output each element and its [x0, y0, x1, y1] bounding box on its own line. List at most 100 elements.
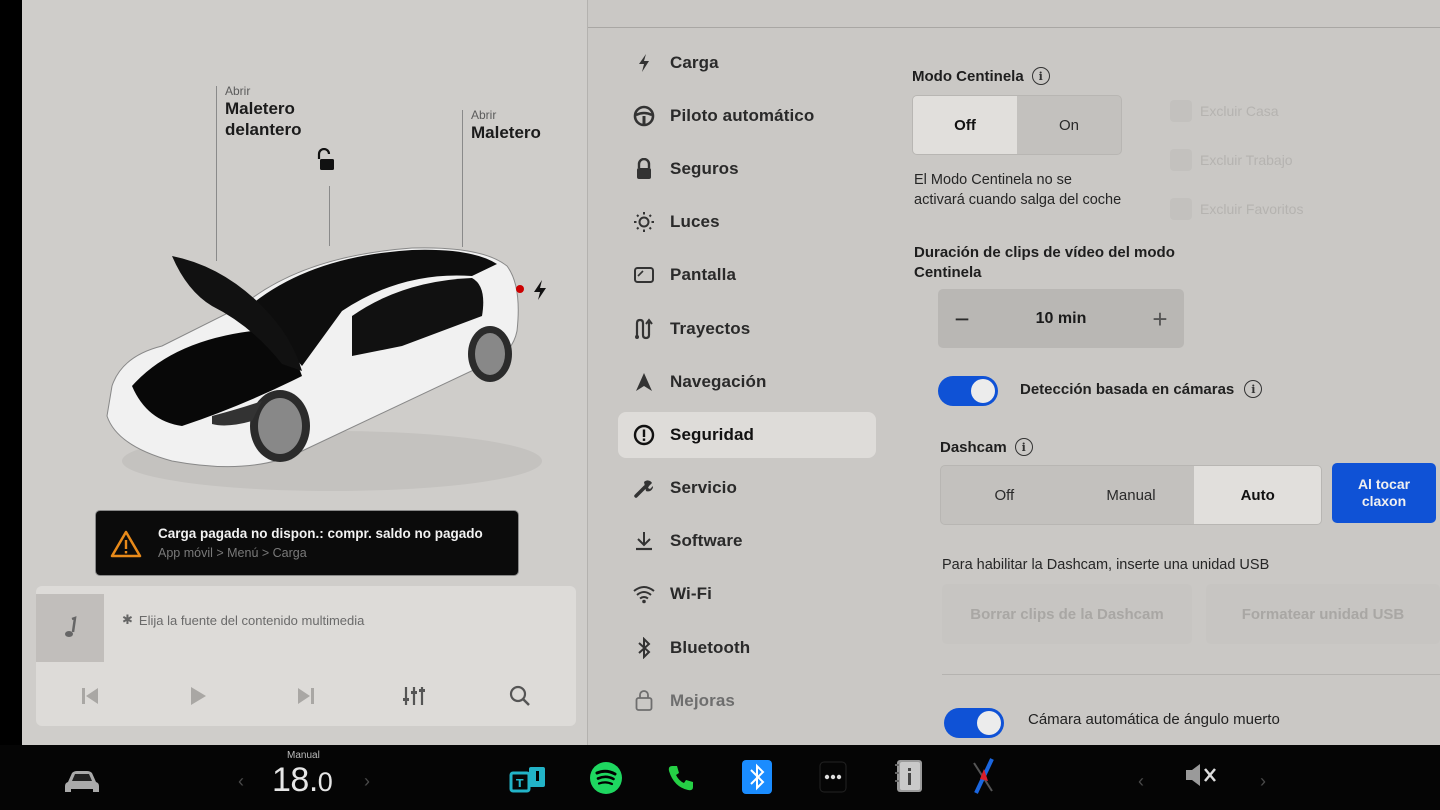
info-icon[interactable]: i — [1244, 380, 1263, 398]
equalizer-icon — [403, 687, 425, 705]
dashcam-option-auto[interactable]: Auto — [1194, 466, 1321, 524]
dashcam-heading: Dashcam i — [940, 438, 1033, 456]
exclude-favorites-label: Excluir Favoritos — [1200, 201, 1304, 217]
clip-duration-value: 10 min — [1035, 309, 1087, 327]
trunk-label: Maletero — [471, 123, 541, 142]
toggle-knob — [971, 379, 995, 403]
blind-spot-camera-toggle[interactable] — [944, 708, 1004, 738]
trunk-callout-line — [462, 110, 463, 247]
bluetooth-icon — [632, 636, 656, 660]
nav-item-trayectos[interactable]: Trayectos — [618, 302, 876, 355]
nav-item-bluetooth[interactable]: Bluetooth — [618, 621, 876, 674]
more-icon — [819, 761, 847, 793]
nav-item-label: Navegación — [670, 371, 767, 391]
camera-detection-label: Detección basada en cámaras i — [1020, 380, 1263, 398]
bluetooth-icon: ✱ — [122, 612, 133, 627]
car-panel: Abrir Maletero delantero Abrir Maletero — [22, 0, 587, 745]
open-frunk-button[interactable]: Abrir Maletero delantero — [225, 84, 302, 140]
clip-duration-heading: Duración de clips de vídeo del modo Cent… — [914, 244, 1175, 281]
exclude-home-checkbox[interactable]: Excluir Casa — [1170, 100, 1279, 122]
media-controls — [36, 676, 576, 716]
nav-item-seguridad[interactable]: Seguridad — [618, 411, 876, 458]
spotify-button[interactable] — [588, 761, 624, 795]
owners-manual-button[interactable] — [893, 757, 925, 795]
save-on-honk-button[interactable]: Al tocar claxon — [1332, 463, 1436, 523]
nav-item-wi-fi[interactable]: Wi-Fi — [618, 568, 876, 621]
nav-item-seguros[interactable]: Seguros — [618, 142, 876, 195]
camera-detection-toggle[interactable] — [938, 376, 998, 406]
car-icon — [65, 771, 99, 792]
nav-item-carga[interactable]: Carga — [618, 36, 876, 89]
nav-item-label: Carga — [670, 52, 719, 72]
checkbox — [1170, 198, 1192, 220]
nav-item-servicio[interactable]: Servicio — [618, 462, 876, 515]
toggle-knob — [977, 711, 1001, 735]
temp-decrease-chevron[interactable]: ‹ — [238, 771, 244, 792]
exclude-work-checkbox[interactable]: Excluir Trabajo — [1170, 149, 1293, 171]
open-trunk-button[interactable]: Abrir Maletero — [471, 108, 541, 143]
nav-item-label: Piloto automático — [670, 105, 815, 125]
equalizer-button[interactable] — [394, 676, 434, 716]
climate-mode: Manual — [287, 750, 320, 761]
delete-dashcam-clips-button[interactable]: Borrar clips de la Dashcam — [942, 584, 1192, 644]
next-button[interactable] — [286, 676, 326, 716]
exclude-favorites-checkbox[interactable]: Excluir Favoritos — [1170, 198, 1303, 220]
car-button[interactable] — [60, 767, 104, 797]
warning-icon — [110, 530, 142, 558]
increase-button[interactable]: + — [1148, 306, 1172, 332]
info-icon[interactable]: i — [1014, 438, 1033, 456]
format-usb-button[interactable]: Formatear unidad USB — [1206, 584, 1440, 644]
dashcam-mode-selector: Off Manual Auto — [940, 465, 1322, 525]
trunk-action: Abrir — [471, 108, 497, 122]
phone-icon — [668, 766, 693, 791]
phone-button[interactable] — [664, 761, 698, 795]
frunk-label-2: delantero — [225, 120, 302, 139]
frunk-callout-line — [216, 86, 217, 261]
volume-decrease-chevron[interactable]: ‹ — [1138, 771, 1144, 792]
volume-increase-chevron[interactable]: › — [1260, 771, 1266, 792]
toybox-button[interactable]: T — [508, 761, 550, 795]
nav-item-navegacion[interactable]: Navegación — [618, 355, 876, 408]
nav-item-pantalla[interactable]: Pantalla — [618, 249, 876, 302]
toybox-icon: T — [509, 767, 545, 793]
nav-item-label: Trayectos — [670, 318, 751, 338]
more-apps-button[interactable] — [818, 759, 848, 795]
temp-increase-chevron[interactable]: › — [364, 771, 370, 792]
dashcam-option-manual[interactable]: Manual — [1068, 466, 1195, 524]
car-illustration — [106, 247, 542, 491]
play-button[interactable] — [178, 676, 218, 716]
bluetooth-icon — [742, 760, 772, 794]
sentry-option-on[interactable]: On — [1017, 96, 1121, 154]
nav-item-label: Seguros — [670, 158, 739, 178]
media-source-selector[interactable]: ✱ Elija la fuente del contenido multimed… — [122, 612, 364, 628]
search-button[interactable] — [500, 676, 540, 716]
frunk-action: Abrir — [225, 84, 251, 98]
decrease-button[interactable]: − — [950, 306, 974, 332]
checkbox — [1170, 100, 1192, 122]
charging-alert[interactable]: Carga pagada no dispon.: compr. saldo no… — [96, 511, 518, 575]
exclude-home-label: Excluir Casa — [1200, 103, 1279, 119]
volume-button[interactable] — [1182, 759, 1222, 791]
sentry-title: Modo Centinela — [912, 67, 1024, 85]
panel-divider — [587, 0, 588, 745]
info-icon[interactable]: i — [1031, 67, 1050, 85]
camera-app-button[interactable] — [965, 755, 1001, 797]
music-note-icon — [65, 616, 77, 637]
bluetooth-button[interactable] — [741, 759, 773, 795]
nav-item-label: Bluetooth — [670, 637, 751, 657]
sentry-option-off[interactable]: Off — [913, 96, 1017, 154]
nav-item-mejoras[interactable]: Mejoras — [618, 674, 876, 727]
dashcam-option-off[interactable]: Off — [941, 466, 1068, 524]
manual-icon — [895, 760, 922, 792]
previous-button[interactable] — [70, 676, 110, 716]
shopping-bag-icon — [632, 689, 656, 713]
unlock-icon[interactable] — [314, 148, 336, 172]
nav-item-software[interactable]: Software — [618, 515, 876, 568]
section-divider — [942, 674, 1440, 675]
cabin-temperature[interactable]: 18.0 — [272, 761, 333, 800]
taskbar: ‹ Manual 18.0 › T ‹ › — [0, 745, 1440, 810]
nav-item-luces[interactable]: Luces — [618, 196, 876, 249]
previous-icon — [82, 688, 98, 704]
nav-item-piloto-automatico[interactable]: Piloto automático — [618, 89, 876, 142]
nav-item-label: Servicio — [670, 478, 737, 498]
